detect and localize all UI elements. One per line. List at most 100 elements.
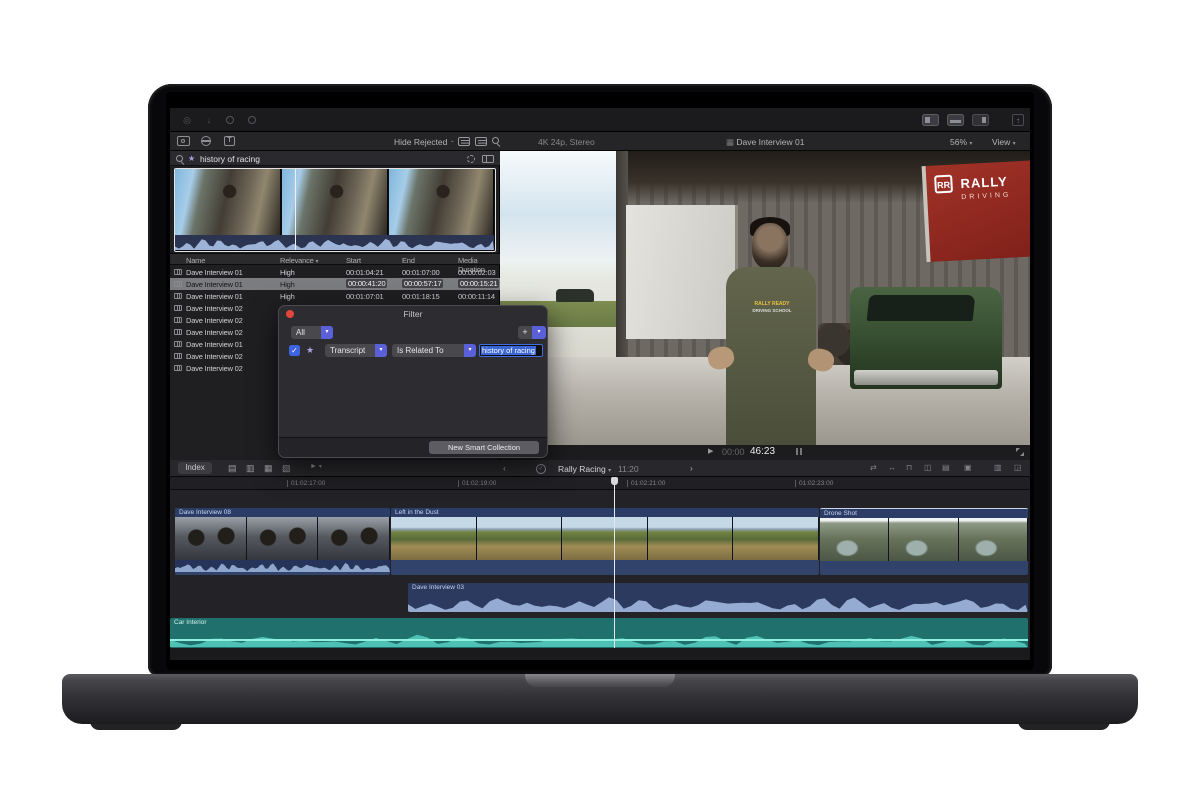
- photos-audio-icon[interactable]: [201, 136, 211, 146]
- ruler-timecode: 01:02:23:00: [795, 480, 833, 487]
- blue-rally-car: [948, 345, 1030, 433]
- tool-popup[interactable]: ► ▾: [310, 463, 322, 470]
- playhead-handle[interactable]: [611, 477, 618, 485]
- background-tasks-icon[interactable]: ✓: [536, 464, 546, 474]
- clip-list-row[interactable]: Dave Interview 01 High 00:01:04:21 00:01…: [170, 266, 500, 278]
- transition-icon[interactable]: ↔: [888, 463, 896, 472]
- browser-layout-icon[interactable]: [922, 114, 939, 126]
- clip-appearance-icon[interactable]: [458, 137, 470, 146]
- banner-text: RALLY: [960, 174, 1008, 191]
- search-input[interactable]: history of racing: [200, 154, 260, 164]
- add-rule-button[interactable]: +: [518, 326, 532, 339]
- project-name-popup[interactable]: Rally Racing ▾: [558, 464, 611, 474]
- expand-viewer-icon[interactable]: [1016, 448, 1024, 456]
- trim-icon[interactable]: ⇄: [870, 463, 877, 472]
- effects-icon[interactable]: ◫: [924, 463, 932, 472]
- rule-checkbox[interactable]: ✓: [289, 345, 300, 356]
- match-popup[interactable]: All▾: [291, 326, 333, 339]
- media-import-icon[interactable]: [177, 136, 190, 146]
- index-button[interactable]: Index: [178, 462, 212, 474]
- link-icon[interactable]: [226, 116, 234, 124]
- column-name[interactable]: Name: [186, 256, 205, 265]
- banner-rr-logo: RR: [934, 175, 953, 194]
- viewer-format-label: 4K 24p, Stereo: [538, 137, 595, 147]
- snapping-icon[interactable]: ▥: [994, 463, 1002, 472]
- browser-search-bar[interactable]: ★ history of racing: [170, 151, 500, 166]
- project-duration: 11:20: [618, 464, 639, 474]
- ruler-timecode: 01:02:21:00: [627, 480, 665, 487]
- timeline-zoom-icon[interactable]: ◲: [1014, 463, 1022, 472]
- audio-meter-bar[interactable]: [796, 448, 798, 455]
- dialog-footer: New Smart Collection: [279, 437, 547, 457]
- rule-condition-popup[interactable]: Is Related To▾: [392, 344, 476, 357]
- rule-value-input[interactable]: history of racing: [479, 344, 543, 357]
- clip-filmstrip-preview[interactable]: [174, 168, 496, 252]
- viewer-view-popup[interactable]: View ▾: [992, 137, 1016, 147]
- audio-enhancements-icon[interactable]: ▤: [942, 463, 950, 472]
- audio-clip-car-interior[interactable]: Car Interior: [170, 618, 1028, 648]
- share-icon[interactable]: ↑: [1012, 114, 1024, 126]
- user-icon[interactable]: [248, 116, 256, 124]
- overwrite-edit-icon[interactable]: ▧: [282, 463, 291, 474]
- filmstrip-view-icon[interactable]: [482, 155, 494, 163]
- next-project-icon[interactable]: ›: [690, 463, 693, 473]
- append-edit-icon[interactable]: ▦: [264, 463, 273, 474]
- rule-type-popup[interactable]: Transcript▾: [325, 344, 387, 357]
- search-icon: [176, 155, 183, 162]
- inspector-layout-icon[interactable]: [972, 114, 989, 126]
- dialog-title: Filter: [279, 309, 547, 319]
- rally-driving-banner: RR RALLY DRIVING: [922, 160, 1030, 262]
- connect-edit-icon[interactable]: ▤: [228, 463, 237, 474]
- lid-open-notch: [525, 674, 675, 687]
- record-icon[interactable]: ◎: [182, 115, 192, 125]
- man-tshirt: RALLY READY DRIVING SCHOOL: [726, 267, 816, 445]
- ruler-timecode: 01:02:19:00: [458, 480, 496, 487]
- column-end[interactable]: End: [402, 256, 415, 265]
- play-button[interactable]: ▶: [708, 447, 713, 455]
- insert-edit-icon[interactable]: ▥: [246, 463, 255, 474]
- audio-clip-dave-interview-03[interactable]: Dave Interview 03: [408, 583, 1028, 612]
- video-clip-dave-interview-08[interactable]: Dave Interview 08: [175, 508, 390, 575]
- marker-list-icon[interactable]: [475, 137, 487, 146]
- new-smart-collection-button[interactable]: New Smart Collection: [429, 441, 539, 454]
- search-settings-gear-icon[interactable]: [467, 155, 475, 163]
- column-start[interactable]: Start: [346, 256, 361, 265]
- clip-waveform: [408, 592, 1028, 612]
- timeline-ruler[interactable]: 01:02:17:00 01:02:19:00 01:02:21:00 01:0…: [170, 477, 1030, 490]
- clip-filter-popup[interactable]: Hide Rejected ⌃: [394, 137, 455, 147]
- viewer-zoom-popup[interactable]: 56% ▾: [950, 137, 972, 147]
- timeline-layout-icon[interactable]: [947, 114, 964, 126]
- search-icon[interactable]: [492, 137, 499, 144]
- filmstrip-frame: [389, 169, 494, 235]
- clip-icon: [174, 317, 182, 323]
- import-arrow-icon[interactable]: ↓: [204, 115, 214, 125]
- titles-generators-icon[interactable]: T: [224, 136, 235, 146]
- final-cut-pro-window: ◎ ↓ ↑ T Hide Rejected ⌃ 4K 24p, Stereo ▦…: [170, 108, 1030, 660]
- viewer-control-bar: ▶ 00:00 46:23: [500, 445, 1030, 458]
- clip-list-row-selected[interactable]: Dave Interview 01 High 00:00:41:20 00:00…: [170, 278, 500, 290]
- column-relevance[interactable]: Relevance ▾: [280, 256, 318, 265]
- clip-icon: [174, 353, 182, 359]
- skimming-icon[interactable]: ▣: [964, 463, 972, 472]
- shirt-logo-text: DRIVING SCHOOL: [750, 308, 794, 313]
- playhead[interactable]: [614, 477, 615, 648]
- filmstrip-frame: [175, 169, 281, 235]
- previous-project-icon[interactable]: ‹: [503, 463, 506, 473]
- add-rule-chevron[interactable]: ▾: [532, 326, 546, 339]
- clip-list-header[interactable]: Name Relevance ▾ Start End Media Duratio…: [170, 253, 500, 265]
- video-clip-drone-shot[interactable]: Drone Shot: [820, 508, 1028, 575]
- filmstrip-audio-waveform: [175, 235, 494, 250]
- clip-icon: [174, 293, 182, 299]
- clip-icon: [174, 281, 182, 287]
- clip-icon: [174, 305, 182, 311]
- filmstrip-frame: [282, 169, 388, 235]
- clip-list-row[interactable]: Dave Interview 01 High 00:01:07:01 00:01…: [170, 290, 500, 302]
- smart-collection-icon: ★: [306, 345, 314, 356]
- filter-dialog: Filter All▾ + ▾ ✓ ★ Transcript▾ Is Relat…: [278, 305, 548, 458]
- timeline-toolbar: Index ▤ ▥ ▦ ▧ ► ▾ ‹ ✓ Rally Racing ▾ 11:…: [170, 460, 1030, 477]
- video-clip-left-in-the-dust[interactable]: Left in the Dust: [391, 508, 819, 575]
- audio-meter-bar[interactable]: [800, 448, 802, 455]
- clip-icon: [174, 365, 182, 371]
- timecode-hours-minutes: 00:00: [722, 447, 745, 457]
- retime-icon[interactable]: ⊓: [906, 463, 912, 472]
